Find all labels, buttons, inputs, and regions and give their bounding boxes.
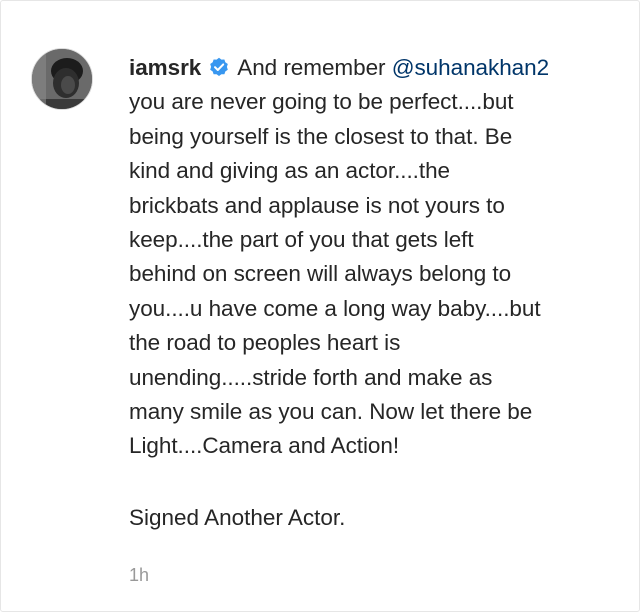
verified-badge-icon xyxy=(210,57,229,76)
avatar[interactable] xyxy=(31,48,93,110)
comment-body: iamsrk And remember @suhanakhan2 you are … xyxy=(129,51,629,464)
comment-card: iamsrk And remember @suhanakhan2 you are … xyxy=(0,0,640,612)
comment-timestamp[interactable]: 1h xyxy=(129,563,149,587)
comment-signature: Signed Another Actor. xyxy=(129,505,346,530)
username-link[interactable]: iamsrk xyxy=(129,55,201,80)
mention-link[interactable]: @suhanakhan2 xyxy=(392,55,549,80)
comment-lead-text: And remember xyxy=(237,55,386,80)
avatar-image xyxy=(32,49,92,109)
comment-body-text: you are never going to be perfect....but… xyxy=(129,89,541,459)
comment-text: iamsrk And remember @suhanakhan2 you are … xyxy=(129,51,629,464)
